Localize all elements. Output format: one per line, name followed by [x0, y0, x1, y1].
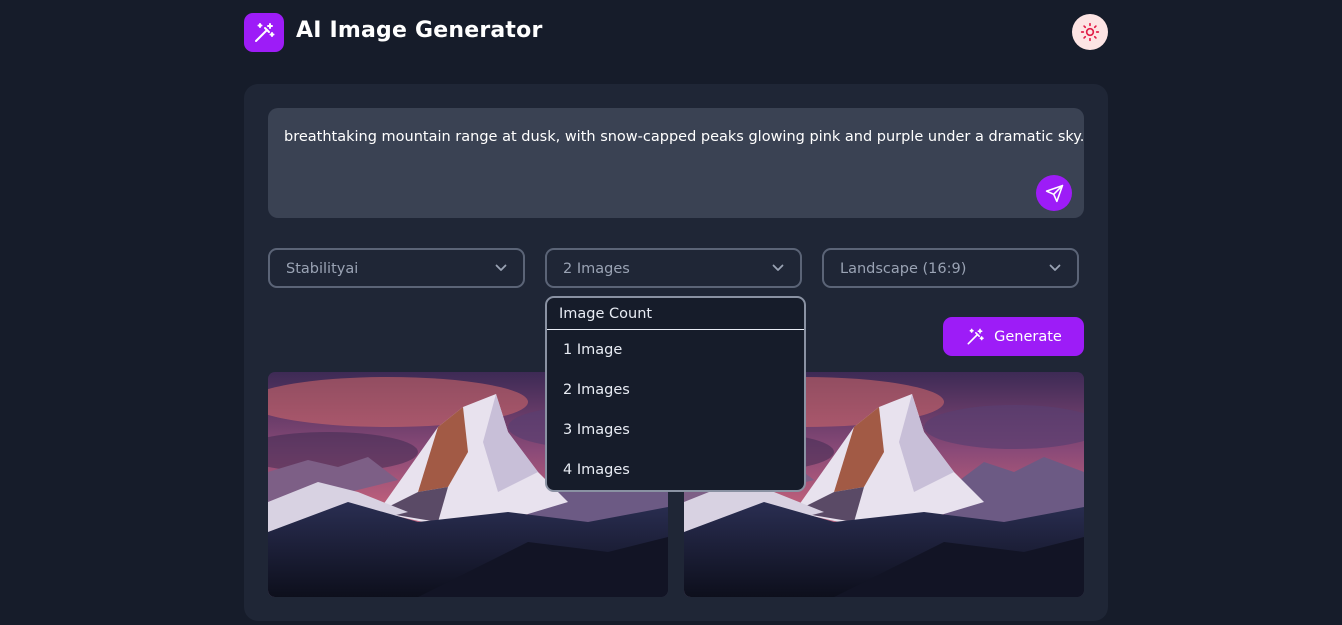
magic-wand-icon [967, 328, 984, 344]
prompt-text[interactable]: breathtaking mountain range at dusk, wit… [284, 127, 1084, 147]
app-logo [244, 13, 284, 52]
model-select-value: Stabilityai [286, 261, 359, 277]
prompt-input[interactable]: breathtaking mountain range at dusk, wit… [268, 108, 1084, 218]
app-header: AI Image Generator [244, 13, 1108, 53]
model-select[interactable]: Stabilityai [268, 248, 525, 288]
image-count-select-value: 2 Images [563, 261, 630, 277]
aspect-ratio-select-value: Landscape (16:9) [840, 261, 967, 277]
sun-icon [1080, 22, 1100, 42]
send-button[interactable] [1036, 175, 1072, 211]
chevron-down-icon [772, 264, 784, 271]
send-icon [1045, 184, 1063, 202]
magic-wand-icon [255, 22, 275, 42]
generator-card: breathtaking mountain range at dusk, wit… [244, 84, 1108, 621]
image-count-select[interactable]: 2 Images [545, 248, 802, 288]
app-title: AI Image Generator [296, 18, 543, 43]
dropdown-header: Image Count [547, 298, 804, 330]
dropdown-option-2-images[interactable]: 2 Images [547, 370, 804, 410]
theme-toggle-button[interactable] [1072, 14, 1108, 50]
aspect-ratio-select[interactable]: Landscape (16:9) [822, 248, 1079, 288]
dropdown-option-3-images[interactable]: 3 Images [547, 410, 804, 450]
dropdown-option-1-image[interactable]: 1 Image [547, 330, 804, 370]
chevron-down-icon [495, 264, 507, 271]
generate-button[interactable]: Generate [943, 317, 1084, 356]
image-count-dropdown: Image Count 1 Image 2 Images 3 Images 4 … [545, 296, 806, 492]
generate-button-label: Generate [994, 328, 1062, 345]
chevron-down-icon [1049, 264, 1061, 271]
dropdown-option-4-images[interactable]: 4 Images [547, 450, 804, 490]
